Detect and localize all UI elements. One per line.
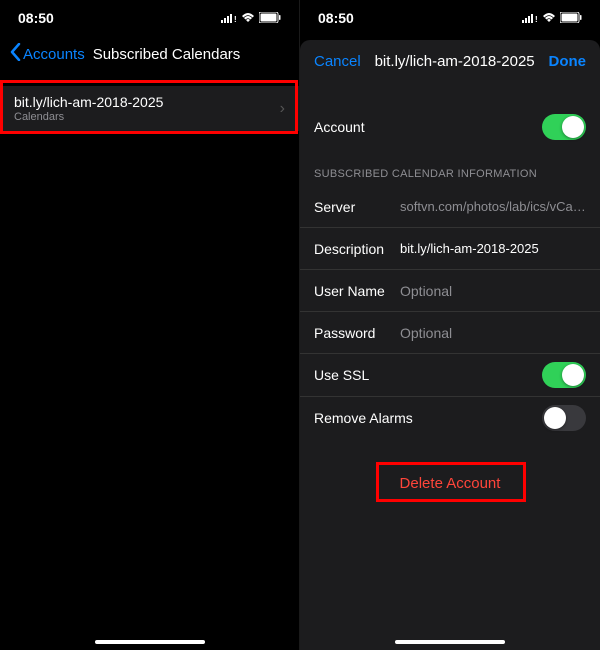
- subscription-title: bit.ly/lich-am-2018-2025: [14, 94, 163, 110]
- status-icons: !: [221, 10, 281, 26]
- ssl-label: Use SSL: [314, 367, 369, 383]
- svg-text:!: !: [535, 15, 538, 23]
- description-row[interactable]: Description bit.ly/lich-am-2018-2025: [300, 228, 600, 270]
- cancel-button[interactable]: Cancel: [314, 53, 361, 70]
- password-label: Password: [314, 325, 400, 341]
- content-right: Account Subscribed Calendar Information …: [300, 82, 600, 650]
- signal-icon: !: [522, 10, 538, 26]
- username-label: User Name: [314, 283, 400, 299]
- status-time: 08:50: [18, 10, 54, 26]
- modal-title: bit.ly/lich-am-2018-2025: [375, 53, 535, 70]
- section-header: Subscribed Calendar Information: [300, 162, 600, 186]
- username-input[interactable]: Optional: [400, 283, 452, 299]
- ssl-row: Use SSL: [300, 354, 600, 397]
- status-bar: 08:50 !: [300, 0, 600, 36]
- alarms-row: Remove Alarms: [300, 397, 600, 439]
- status-time: 08:50: [318, 10, 354, 26]
- description-value: bit.ly/lich-am-2018-2025: [400, 241, 586, 256]
- wifi-icon: [542, 10, 556, 26]
- alarms-label: Remove Alarms: [314, 410, 413, 426]
- wifi-icon: [241, 10, 255, 26]
- delete-account-button[interactable]: Delete Account: [300, 463, 600, 504]
- back-label: Accounts: [23, 46, 85, 63]
- phone-screen-right: 08:50 ! Cancel bit.ly/lich-am-2018-2025 …: [300, 0, 600, 650]
- status-icons: !: [522, 10, 582, 26]
- calendar-subscription-row[interactable]: bit.ly/lich-am-2018-2025 Calendars ›: [0, 86, 299, 131]
- modal-header: Cancel bit.ly/lich-am-2018-2025 Done: [300, 40, 600, 82]
- done-button[interactable]: Done: [549, 53, 587, 70]
- home-indicator[interactable]: [395, 640, 505, 644]
- nav-title: Subscribed Calendars: [93, 46, 241, 63]
- chevron-left-icon: [10, 43, 21, 65]
- username-row[interactable]: User Name Optional: [300, 270, 600, 312]
- status-bar: 08:50 !: [0, 0, 299, 36]
- chevron-right-icon: ›: [280, 100, 285, 118]
- server-row[interactable]: Server softvn.com/photos/lab/ics/vCalend…: [300, 186, 600, 228]
- account-toggle-row: Account: [300, 106, 600, 148]
- home-indicator[interactable]: [95, 640, 205, 644]
- account-toggle[interactable]: [542, 114, 586, 140]
- alarms-toggle[interactable]: [542, 405, 586, 431]
- back-button[interactable]: Accounts: [10, 43, 85, 65]
- server-label: Server: [314, 199, 400, 215]
- password-input[interactable]: Optional: [400, 325, 452, 341]
- subscription-subtitle: Calendars: [14, 111, 163, 123]
- nav-bar: Accounts Subscribed Calendars: [0, 36, 299, 72]
- password-row[interactable]: Password Optional: [300, 312, 600, 354]
- phone-screen-left: 08:50 ! Accounts Subscribed Calendars bi…: [0, 0, 300, 650]
- ssl-toggle[interactable]: [542, 362, 586, 388]
- svg-text:!: !: [234, 15, 237, 23]
- battery-icon: [560, 10, 582, 26]
- content-left: bit.ly/lich-am-2018-2025 Calendars ›: [0, 72, 299, 650]
- server-value: softvn.com/photos/lab/ics/vCalender_201.…: [400, 199, 586, 214]
- account-label: Account: [314, 119, 365, 135]
- battery-icon: [259, 10, 281, 26]
- description-label: Description: [314, 241, 400, 257]
- signal-icon: !: [221, 10, 237, 26]
